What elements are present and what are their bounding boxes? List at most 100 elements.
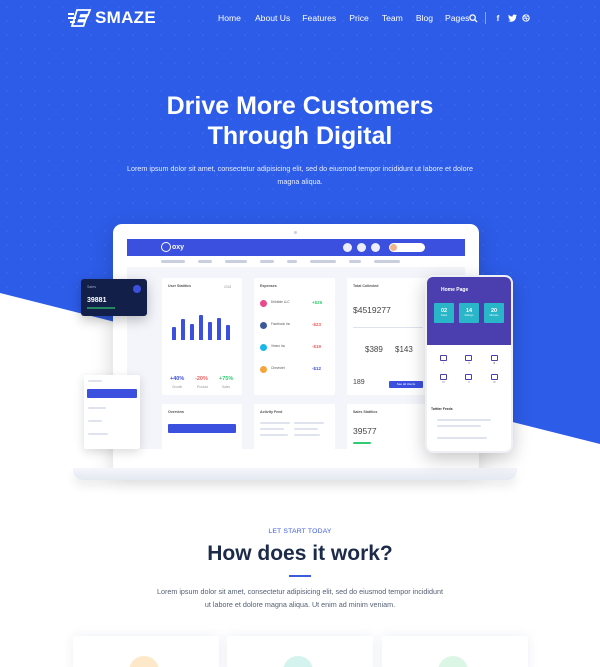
laptop-camera <box>294 231 297 234</box>
nav-home[interactable]: Home <box>218 13 241 23</box>
phone-tile-ratings: 14 Ratings <box>459 303 479 323</box>
expenses-card: Expenses Dribbble LLC +$26 Facebook Inc -$2… <box>254 278 335 395</box>
expense-name: Facebook Inc <box>271 322 291 326</box>
nav-features[interactable]: Features <box>302 13 336 23</box>
stat-sales: +75% <box>219 376 234 382</box>
sales-trend <box>353 442 371 444</box>
user-stats-bar <box>217 317 221 340</box>
float-list-row <box>88 433 108 435</box>
phone-icon-grid: Ⅰ Ⅱ Ⅲ Ⅳ Ⅴ Ⅵ <box>431 355 507 384</box>
phone-grid-item: Ⅰ <box>431 355 456 365</box>
expense-icon <box>260 322 267 329</box>
dashboard-logo: oxy <box>161 242 184 252</box>
section-underline <box>289 575 311 577</box>
dashboard-bell-icon <box>357 243 366 252</box>
arrow-icon <box>133 285 141 293</box>
expense-amount: -$23 <box>312 322 322 327</box>
expense-icon <box>260 300 267 307</box>
hero-title-line-2: Through Digital <box>207 122 393 150</box>
user-stats-bar <box>190 323 194 340</box>
user-stats-year: 2018 <box>224 285 232 289</box>
expense-name: Dribbble LLC <box>271 300 290 304</box>
stat-growth-label: Growth <box>172 385 183 389</box>
dashboard-topbar: oxy <box>127 239 465 256</box>
section-kicker: LET START TODAY <box>268 528 332 535</box>
expenses-title: Expenses <box>260 284 277 288</box>
phone-feed-line <box>437 437 487 439</box>
phone-feed-title: Twitter Feeds <box>431 407 453 411</box>
dashboard-search-icon <box>343 243 352 252</box>
phone-feed-line <box>437 425 481 427</box>
total-collected-card: Total Collected $4519277 $389 $143 189 S… <box>347 278 429 395</box>
facebook-icon[interactable]: f <box>491 11 505 25</box>
nav-divider <box>485 12 486 24</box>
laptop-base <box>73 468 517 480</box>
user-stats-card: User Statitics 2018 +40% -20% +75% Growt… <box>162 278 242 395</box>
stat-growth: +40% <box>170 376 185 382</box>
main-nav: Home About Us Features Price Team Blog P… <box>218 13 469 23</box>
landing-page: SMAZE Home About Us Features Price Team … <box>0 0 600 667</box>
dribbble-icon[interactable] <box>519 11 533 25</box>
nav-team[interactable]: Team <box>382 13 403 23</box>
sales-float-label: Sales <box>87 285 96 289</box>
dashboard-menu <box>127 256 465 267</box>
divider <box>353 327 423 328</box>
dashboard-user <box>389 243 425 252</box>
hero-title: Drive More Customers Through Digital <box>0 91 600 151</box>
overdue-value: $143 <box>395 345 413 354</box>
float-list-active-row <box>87 389 137 398</box>
user-stats-bar <box>181 319 185 340</box>
section-title: How does it work? <box>207 542 393 565</box>
dashboard-screen: oxy User Statitics 2018 +40% -20% +75% G… <box>127 239 465 449</box>
nav-actions: f <box>466 11 533 25</box>
float-list-row <box>88 407 106 409</box>
feed-line <box>260 434 288 436</box>
see-all-clients-button: See all clients <box>389 381 423 388</box>
twitter-icon[interactable] <box>505 11 519 25</box>
phone-grid-item: Ⅴ <box>456 374 481 384</box>
expense-icon <box>260 366 267 373</box>
user-stats-bar <box>226 325 230 340</box>
sales-float-value: 39881 <box>87 297 107 304</box>
sales-stats-title: Sales Statitics <box>353 410 378 414</box>
total-clients-value: 189 <box>353 379 365 386</box>
phone-title: Home Page <box>441 287 469 293</box>
outstanding-value: $389 <box>365 345 383 354</box>
expense-amount: +$26 <box>312 300 323 305</box>
user-stats-bar <box>172 326 176 340</box>
expense-name: Vimeo Inc <box>271 344 286 348</box>
sales-stats-value: 39577 <box>353 426 377 436</box>
feed-line <box>260 428 284 430</box>
phone-grid-item: Ⅱ <box>456 355 481 365</box>
phone-grid-item: Ⅳ <box>431 374 456 384</box>
nav-blog[interactable]: Blog <box>416 13 433 23</box>
phone-grid-item: Ⅲ <box>482 355 507 365</box>
phone-feed-line <box>437 419 491 421</box>
feed-line <box>294 422 324 424</box>
overview-card: Overview <box>162 404 242 449</box>
nav-about-us[interactable]: About Us <box>255 13 290 23</box>
brand-logo[interactable]: SMAZE <box>68 8 156 28</box>
expense-amount: -$19 <box>312 344 322 349</box>
overview-float-card <box>84 375 140 449</box>
overview-title: Overview <box>168 410 184 414</box>
phone-tile-minutes: 20 Minutes <box>484 303 504 323</box>
search-icon[interactable] <box>466 11 480 25</box>
brand-name: SMAZE <box>95 8 156 27</box>
nav-price[interactable]: Price <box>349 13 369 23</box>
hero-title-line-1: Drive More Customers <box>166 92 434 120</box>
total-collected-title: Total Collected <box>353 284 379 288</box>
phone-mockup: Home Page 02 Sales 14 Ratings 20 Minutes Ⅰ … <box>425 275 513 453</box>
phone-tile-sales: 02 Sales <box>434 303 454 323</box>
section-subtitle: Lorem ipsum dolor sit amet, consectetur … <box>156 587 444 609</box>
feed-line <box>294 428 318 430</box>
logo-icon <box>68 9 92 27</box>
user-stats-bars <box>172 310 234 340</box>
sales-float-card: Sales 39881 <box>81 279 147 316</box>
activity-feed-title: Activity Feed <box>260 410 283 414</box>
feature-card <box>382 636 528 667</box>
stat-product: -20% <box>195 376 208 382</box>
total-collected-value: $4519277 <box>353 305 391 315</box>
user-stats-bar <box>208 322 212 340</box>
dashboard-mail-icon <box>371 243 380 252</box>
